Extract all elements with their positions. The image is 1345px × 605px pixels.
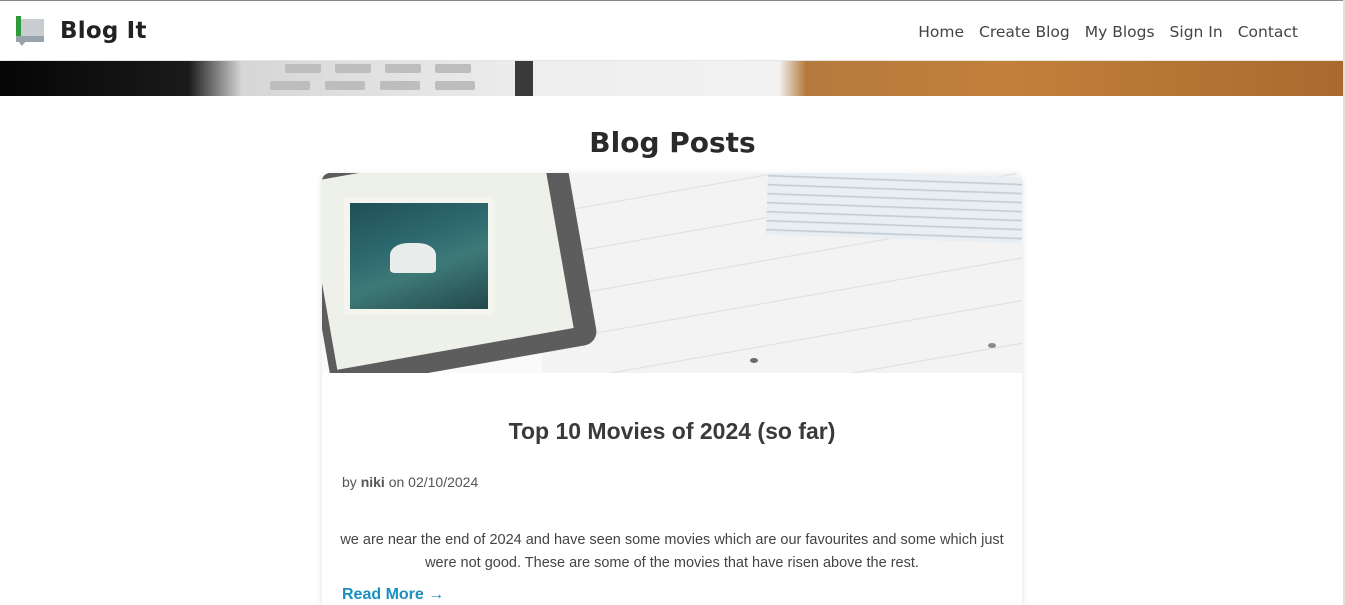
nav-link-contact[interactable]: Contact [1238,23,1298,41]
brand-name: Blog It [60,17,147,44]
blog-logo-icon [14,15,46,47]
post-cover-image [322,173,1022,373]
brand-link[interactable]: Blog It [14,15,147,47]
hero-banner-image [0,61,1343,96]
nav-link-sign-in[interactable]: Sign In [1170,23,1223,41]
blog-post-card: Top 10 Movies of 2024 (so far) by niki o… [322,173,1022,605]
page-title: Blog Posts [589,126,756,159]
nav-link-home[interactable]: Home [918,23,964,41]
post-meta: by niki on 02/10/2024 [342,474,478,490]
read-more-link[interactable]: Read More → [342,586,444,604]
post-meta-on-label: on [388,474,405,490]
nav-link-create-blog[interactable]: Create Blog [979,23,1070,41]
post-meta-by-label: by [342,474,357,490]
post-excerpt: we are near the end of 2024 and have see… [340,532,1004,571]
nav-links: Home Create Blog My Blogs Sign In Contac… [903,1,1298,62]
post-author: niki [360,474,385,490]
nav-link-my-blogs[interactable]: My Blogs [1085,23,1155,41]
post-title: Top 10 Movies of 2024 (so far) [508,418,836,444]
post-date: 02/10/2024 [408,474,479,490]
navbar: Blog It Home Create Blog My Blogs Sign I… [0,0,1345,61]
